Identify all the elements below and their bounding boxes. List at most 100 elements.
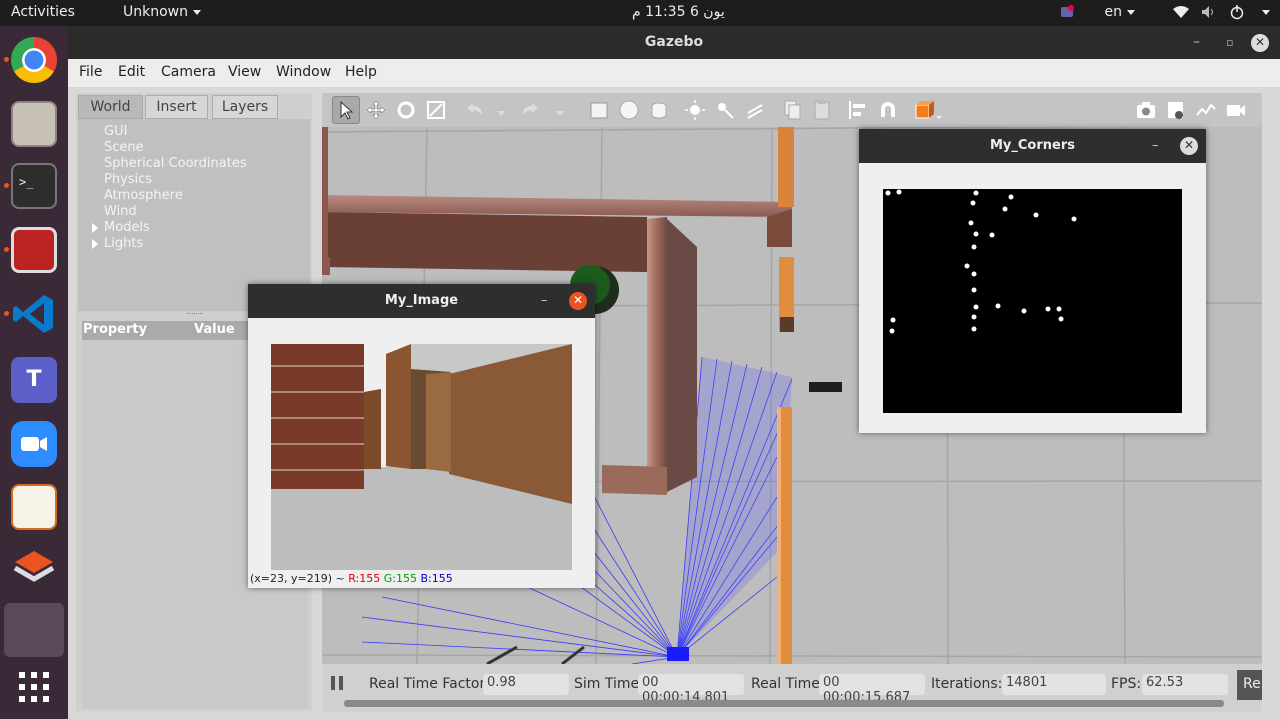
close-icon[interactable]: ✕ [1251,34,1269,52]
impress-icon[interactable] [11,484,57,530]
scale-mode-button[interactable] [425,99,447,121]
menu-view[interactable]: View [228,64,261,80]
maximize-icon[interactable]: ▫ [1226,26,1233,59]
my-image-title-bar[interactable]: My_Image – ✕ [248,284,595,318]
minimize-icon[interactable]: – [1152,129,1159,163]
splitter-handle[interactable] [187,313,203,315]
cylinder-button[interactable] [648,99,670,121]
tree-item-wind[interactable]: Wind [104,204,137,219]
power-icon[interactable] [1229,4,1245,20]
iterations-label: Iterations: [931,676,1003,692]
files-icon[interactable] [11,101,57,147]
value-column-header: Value [194,322,235,337]
wifi-icon[interactable] [1173,5,1189,19]
vscode-icon[interactable] [11,291,57,337]
window-title-bar[interactable]: Gazebo – ▫ ✕ [68,26,1280,59]
tree-item-lights[interactable]: Lights [92,236,143,251]
tree-item-atmosphere[interactable]: Atmosphere [104,188,183,203]
view-angle-button[interactable] [913,99,943,121]
real-time-factor-value: 0.98 [483,674,569,695]
volume-icon[interactable] [1201,5,1217,19]
app-icon[interactable] [11,227,57,273]
pause-icon[interactable] [330,675,344,691]
pixel-green: G:155 [383,572,417,585]
point-light-button[interactable] [684,99,706,121]
property-column-header: Property [83,322,148,337]
system-tray[interactable]: en [1059,4,1270,20]
pixel-info-bar: (x=23, y=219) ~ R:155 G:155 B:155 [250,572,453,585]
chevron-down-icon [193,9,201,15]
undo-history-icon[interactable] [492,99,505,121]
menu-window[interactable]: Window [276,64,331,80]
tab-insert[interactable]: Insert [145,95,208,119]
undo-button[interactable] [462,99,484,121]
undo-icon [467,103,482,115]
reset-button[interactable]: Re [1237,670,1262,700]
log-button[interactable] [1165,99,1187,121]
snap-button[interactable] [877,99,899,121]
sphere-button[interactable] [618,99,640,121]
active-app-icon[interactable] [4,603,64,657]
tree-item-models-label: Models [104,220,150,235]
iterations-value: 14801 [1002,674,1106,695]
tree-item-gui[interactable]: GUI [104,124,127,139]
expand-arrow-icon[interactable] [92,239,98,249]
camera-image [271,344,572,570]
directional-light-button[interactable] [744,99,766,121]
screenshot-button[interactable] [1135,99,1157,121]
close-icon[interactable]: ✕ [1180,137,1198,155]
horizontal-scrollbar[interactable] [344,700,1224,707]
language-label: en [1104,4,1123,20]
terminal-icon[interactable]: >_ [11,163,57,209]
tree-item-models[interactable]: Models [92,220,150,235]
menu-help[interactable]: Help [345,64,377,80]
minimize-icon[interactable]: – [1193,26,1200,59]
rotate-mode-button[interactable] [395,99,417,121]
teams-icon[interactable]: T [11,357,57,403]
running-indicator [4,247,9,252]
tree-item-scene[interactable]: Scene [104,140,144,155]
box-button[interactable] [588,99,610,121]
redo-history-icon[interactable] [551,99,564,121]
fps-value: 62.53 [1142,674,1228,695]
my-corners-title-bar[interactable]: My_Corners – ✕ [859,129,1206,163]
log-icon [1168,102,1183,119]
paste-button[interactable] [811,99,833,121]
menu-camera[interactable]: Camera [161,64,216,80]
redo-button[interactable] [521,99,543,121]
select-mode-button[interactable] [332,96,360,124]
menu-file[interactable]: File [79,64,102,80]
show-apps-icon[interactable] [11,664,57,710]
plot-icon [1196,103,1216,116]
sim-time-label: Sim Time: [574,676,644,692]
tab-layers[interactable]: Layers [212,95,278,119]
minimize-icon[interactable]: – [541,284,548,318]
language-indicator[interactable]: en [1104,4,1135,20]
fps-label: FPS: [1111,676,1142,692]
chrome-icon[interactable] [11,37,57,83]
zoom-icon[interactable] [11,421,57,467]
plot-button[interactable] [1195,99,1217,121]
spot-light-button[interactable] [714,99,736,121]
align-button[interactable] [847,99,869,121]
teams-tray-icon[interactable] [1059,4,1075,20]
tab-world[interactable]: World [78,95,143,119]
chevron-down-icon [1127,9,1135,15]
record-video-button[interactable] [1225,99,1247,121]
expand-arrow-icon[interactable] [92,223,98,233]
app-menu[interactable]: Unknown [123,4,201,20]
running-indicator [4,183,9,188]
translate-mode-button[interactable] [365,99,387,121]
menu-edit[interactable]: Edit [118,64,145,80]
chevron-down-icon[interactable] [1262,9,1270,15]
rotate-icon [397,101,415,119]
top-bar: Activities Unknown يون 6 11:35 م en [0,0,1280,26]
tree-item-physics[interactable]: Physics [104,172,152,187]
copy-button[interactable] [781,99,803,121]
clock[interactable]: يون 6 11:35 م [632,4,725,20]
tree-item-spherical-coordinates[interactable]: Spherical Coordinates [104,156,247,171]
activities-button[interactable]: Activities [11,4,75,20]
real-time-factor-label: Real Time Factor: [369,676,490,692]
close-icon[interactable]: ✕ [569,292,587,310]
installer-icon[interactable] [11,546,57,592]
